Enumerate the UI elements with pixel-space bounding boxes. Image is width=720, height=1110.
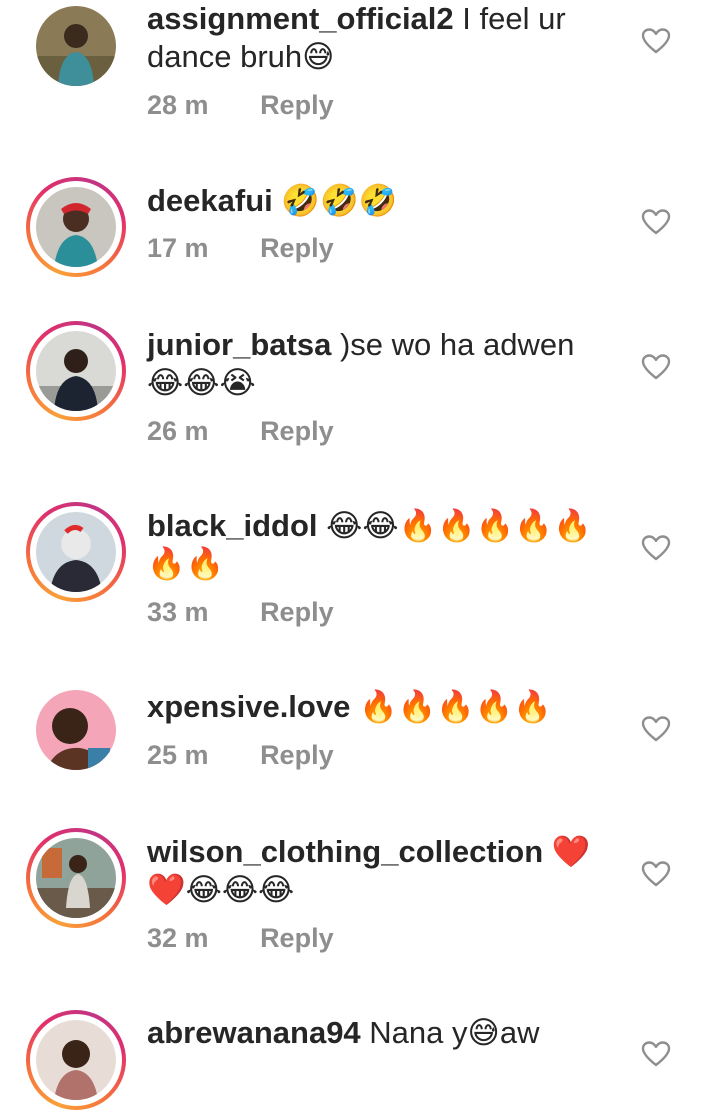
comment-text: assignment_official2 I feel ur dance bru…	[147, 0, 617, 76]
comment-time: 33 m	[147, 597, 209, 627]
comment-text: deekafui 🤣🤣🤣	[147, 182, 617, 220]
comment-text: junior_batsa )se wo ha adwen 😂😂😭	[147, 326, 617, 402]
heart-outline-icon[interactable]	[641, 353, 671, 381]
comment-body: 🤣🤣🤣	[281, 183, 398, 218]
avatar[interactable]	[26, 321, 126, 421]
heart-outline-icon[interactable]	[641, 208, 671, 236]
heart-outline-icon[interactable]	[641, 860, 671, 888]
comment-username[interactable]: black_iddol	[147, 508, 318, 543]
comment-time: 17 m	[147, 233, 209, 263]
reply-button[interactable]: Reply	[260, 233, 334, 263]
comment-body: Nana y😅aw	[369, 1015, 540, 1050]
comment-meta: 33 m Reply	[147, 597, 334, 628]
comment-text: black_iddol 😂😂🔥🔥🔥🔥🔥🔥🔥	[147, 507, 617, 583]
reply-button[interactable]: Reply	[260, 416, 334, 446]
comment-username[interactable]: deekafui	[147, 183, 273, 218]
avatar[interactable]	[26, 177, 126, 277]
comment-meta: 17 m Reply	[147, 233, 334, 264]
heart-outline-icon[interactable]	[641, 27, 671, 55]
comment-username[interactable]: xpensive.love	[147, 689, 350, 724]
avatar[interactable]	[26, 828, 126, 928]
avatar[interactable]	[26, 2, 126, 102]
comment-time: 32 m	[147, 923, 209, 953]
comment-meta: 26 m Reply	[147, 416, 334, 447]
comment-text: abrewanana94 Nana y😅aw	[147, 1014, 617, 1052]
comment-time: 28 m	[147, 90, 209, 120]
comment-meta: 25 m Reply	[147, 740, 334, 771]
comment-text: wilson_clothing_collection ❤️❤️😂😂😂	[147, 833, 617, 909]
comment-username[interactable]: wilson_clothing_collection	[147, 834, 543, 869]
comment-time: 26 m	[147, 416, 209, 446]
reply-button[interactable]: Reply	[260, 90, 334, 120]
comment-body: 🔥🔥🔥🔥🔥	[358, 689, 552, 724]
avatar[interactable]	[26, 686, 126, 786]
comment-username[interactable]: junior_batsa	[147, 327, 331, 362]
avatar[interactable]	[26, 502, 126, 602]
reply-button[interactable]: Reply	[260, 923, 334, 953]
heart-outline-icon[interactable]	[641, 534, 671, 562]
avatar[interactable]	[26, 1010, 126, 1110]
comment-meta: 32 m Reply	[147, 923, 334, 954]
comment-meta: 28 m Reply	[147, 90, 334, 121]
comment-text: xpensive.love 🔥🔥🔥🔥🔥	[147, 688, 617, 726]
reply-button[interactable]: Reply	[260, 597, 334, 627]
comment-username[interactable]: abrewanana94	[147, 1015, 361, 1050]
comment-time: 25 m	[147, 740, 209, 770]
reply-button[interactable]: Reply	[260, 740, 334, 770]
heart-outline-icon[interactable]	[641, 715, 671, 743]
heart-outline-icon[interactable]	[641, 1040, 671, 1068]
comment-username[interactable]: assignment_official2	[147, 1, 454, 36]
